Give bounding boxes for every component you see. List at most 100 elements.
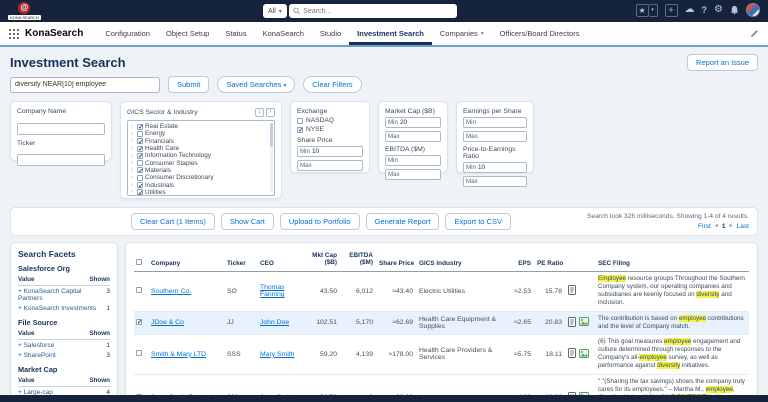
tab-object-setup[interactable]: Object Setup (158, 22, 217, 45)
search-scope-select[interactable]: All ▾ (263, 4, 287, 18)
eps-max-input[interactable] (479, 133, 526, 140)
gics-item-materials[interactable]: › Materials (131, 167, 268, 175)
pagination-first-link[interactable]: First (698, 222, 711, 232)
ceo-link[interactable]: Thomas Fanning (260, 284, 285, 298)
upload-to-portfolio-button[interactable]: Upload to Portfolio (279, 213, 360, 231)
show-cart-button[interactable]: Show Cart (220, 213, 274, 231)
table-row[interactable]: Smith & Mary LTD SSS Mary Smith 59.20 4,139 ≈… (134, 334, 749, 375)
scrollbar[interactable] (270, 123, 273, 193)
gics-checkbox-utilities[interactable] (137, 189, 143, 195)
gics-checkbox-financials[interactable] (137, 138, 143, 146)
pagination-prev-icon[interactable]: ◂ (715, 222, 718, 231)
report-issue-button[interactable]: Report an Issue (687, 54, 758, 71)
market-cap-min-input[interactable] (399, 119, 440, 126)
arrow-up-icon[interactable]: ↑ (266, 108, 275, 117)
tab-konasearch[interactable]: KonaSearch (255, 22, 312, 45)
facet-item-label[interactable]: + Salesforce (18, 342, 54, 349)
pe-max-input[interactable] (479, 178, 526, 185)
notifications-bell-icon[interactable] (730, 5, 739, 15)
gics-checkbox-health-care[interactable] (137, 145, 143, 153)
export-to-csv-button[interactable]: Export to CSV (445, 213, 511, 231)
ceo-link[interactable]: John Doe (260, 319, 289, 326)
facet-item-label[interactable]: + SharePoint (18, 352, 56, 359)
document-icon[interactable] (568, 348, 576, 360)
gics-sector-list[interactable]: › Real Estate › Energy › Financials › Health Ca… (127, 120, 275, 196)
share-price-max-input[interactable] (313, 162, 362, 169)
gics-item-information-technology[interactable]: › Information Technology (131, 152, 268, 160)
expand-chevron-icon[interactable]: › (131, 146, 135, 152)
expand-chevron-icon[interactable]: › (131, 167, 135, 173)
exchange-option-nyse[interactable]: NYSE (297, 126, 363, 134)
ebitda-min-input[interactable] (399, 157, 440, 164)
cloud-icon[interactable]: ☁ (685, 3, 695, 17)
expand-chevron-icon[interactable]: › (131, 175, 135, 181)
clear-cart-1-items-button[interactable]: Clear Cart (1 Items) (131, 213, 215, 231)
expand-chevron-icon[interactable]: › (131, 182, 135, 188)
gics-checkbox-consumer-staples[interactable] (137, 160, 143, 167)
ticker-input[interactable] (17, 154, 105, 166)
submit-button[interactable]: Submit (168, 76, 210, 93)
gics-item-consumer-discretionary[interactable]: › Consumer Discretionary (131, 174, 268, 181)
gics-item-energy[interactable]: › Energy (131, 130, 268, 137)
pagination-last-link[interactable]: Last (737, 222, 749, 232)
app-launcher-icon[interactable] (9, 28, 19, 39)
expand-chevron-icon[interactable]: › (131, 189, 135, 195)
document-icon[interactable] (568, 316, 576, 329)
row-select-checkbox[interactable] (136, 318, 142, 326)
generate-report-button[interactable]: Generate Report (365, 213, 440, 231)
image-icon[interactable] (579, 317, 589, 328)
arrow-down-icon[interactable]: ↓ (255, 108, 264, 117)
clear-filters-button[interactable]: Clear Filters (303, 76, 362, 93)
edit-pencil-icon[interactable] (750, 29, 759, 38)
gics-checkbox-energy[interactable] (137, 130, 143, 137)
facet-item-label[interactable]: + KonaSearch Capital Partners (18, 288, 106, 302)
company-name-input[interactable] (17, 122, 105, 135)
exchange-option-nasdaq[interactable]: NASDAQ (297, 117, 363, 124)
tab-companies[interactable]: Companies ▾ (432, 22, 492, 45)
pagination-next-icon[interactable]: ▸ (730, 222, 733, 231)
gics-item-industrials[interactable]: › Industrials (131, 181, 268, 190)
share-price-min-input[interactable] (311, 148, 362, 155)
saved-searches-button[interactable]: Saved Searches ▾ (217, 76, 296, 93)
row-select-checkbox[interactable] (136, 350, 142, 357)
company-link[interactable]: JDoe & Co (151, 319, 184, 326)
user-avatar[interactable] (746, 3, 760, 17)
gics-checkbox-consumer-discretionary[interactable] (137, 174, 143, 181)
tab-studio[interactable]: Studio (312, 22, 349, 45)
favorites-star-icon[interactable]: ★ (635, 3, 649, 17)
global-actions-plus-icon[interactable]: + (664, 3, 678, 17)
expand-chevron-icon[interactable]: › (131, 160, 135, 166)
expand-chevron-icon[interactable]: › (131, 153, 135, 159)
row-select-checkbox[interactable] (136, 287, 142, 294)
document-icon[interactable] (568, 285, 576, 297)
gics-checkbox-industrials[interactable] (137, 182, 143, 190)
expand-chevron-icon[interactable]: › (131, 138, 135, 144)
query-input[interactable] (10, 76, 160, 93)
ceo-link[interactable]: Mary Smith (260, 351, 294, 358)
global-search-input[interactable] (303, 7, 453, 15)
exchange-checkbox-nyse[interactable] (297, 126, 303, 134)
expand-chevron-icon[interactable]: › (131, 124, 135, 130)
gics-checkbox-real-estate[interactable] (137, 123, 143, 131)
setup-gear-icon[interactable]: ⚙ (714, 3, 723, 17)
image-icon[interactable] (579, 348, 589, 360)
gics-item-utilities[interactable]: › Utilities (131, 189, 268, 195)
exchange-checkbox-nasdaq[interactable] (297, 117, 303, 124)
table-row[interactable]: JDoe & Co JJJohn Doe 102.515,170≈62.69Heal… (134, 311, 749, 335)
table-row[interactable]: Southern Co. SO Thomas Fanning 43.50 6,012 ≈4… (134, 271, 749, 312)
pe-min-input[interactable] (477, 164, 526, 171)
ebitda-max-input[interactable] (401, 171, 440, 178)
gics-item-health-care[interactable]: › Health Care (131, 145, 268, 153)
tab-officers-board-directors[interactable]: Officers/Board Directors (492, 22, 588, 45)
select-all-checkbox[interactable] (136, 258, 142, 265)
eps-min-input[interactable] (477, 119, 526, 126)
tab-investment-search[interactable]: Investment Search (349, 22, 432, 45)
company-link[interactable]: Smith & Mary LTD (151, 351, 206, 358)
tab-status[interactable]: Status (217, 22, 254, 45)
tab-configuration[interactable]: Configuration (97, 22, 158, 45)
gics-item-financials[interactable]: › Financials (131, 138, 268, 146)
favorites-chevron-icon[interactable]: ▾ (648, 3, 658, 17)
gics-item-consumer-staples[interactable]: › Consumer Staples (131, 159, 268, 167)
gics-checkbox-materials[interactable] (137, 167, 143, 175)
help-icon[interactable]: ? (702, 3, 708, 17)
